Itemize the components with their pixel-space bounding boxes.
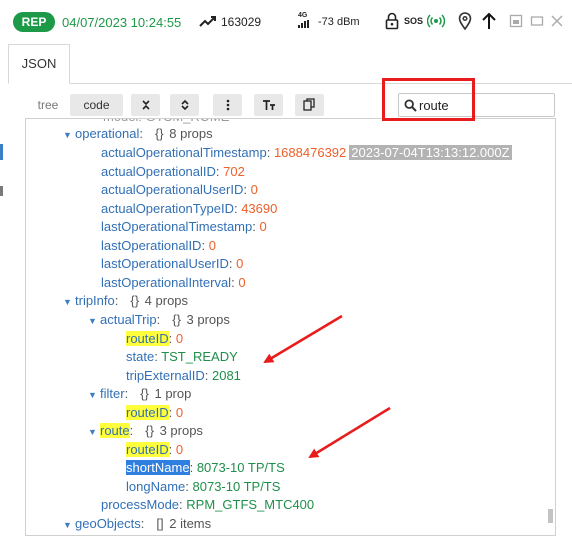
tree-row-operational-field[interactable]: actualOperationalTimestamp: 1688476392 20…: [101, 143, 512, 162]
maximize-window-icon[interactable]: [530, 14, 544, 28]
broadcast-icon: [427, 14, 445, 28]
search-match: routeID: [126, 442, 169, 457]
tree-row-actualtrip-routeid[interactable]: routeID: 0: [126, 329, 183, 348]
mode-tree-button[interactable]: tree: [28, 94, 68, 116]
tree-node-tripinfo[interactable]: ▼ tripInfo:{} 4 props: [63, 291, 188, 310]
json-tree-panel[interactable]: model: GTSM_ROME ▼operational:{} 8 props…: [25, 118, 556, 536]
tree-row-operational-field[interactable]: actualOperationalID: 702: [101, 162, 245, 181]
tree-row-shortname[interactable]: shortName: 8073-10 TP/TS: [126, 458, 285, 477]
sos-label: SOS: [404, 16, 424, 26]
mode-code-button[interactable]: code: [70, 94, 123, 116]
location-pin-icon[interactable]: [458, 12, 472, 30]
tree-row-operational-field[interactable]: lastOperationalInterval: 0: [101, 273, 246, 292]
lock-icon: [385, 12, 399, 30]
expand-triangle-icon[interactable]: ▼: [63, 293, 75, 312]
tree-row-operational-field[interactable]: actualOperationalUserID: 0: [101, 180, 258, 199]
status-badge: REP: [13, 12, 55, 32]
tree-row-state[interactable]: state: TST_READY: [126, 347, 238, 366]
sort-button[interactable]: [131, 94, 160, 116]
expand-triangle-icon[interactable]: ▼: [63, 516, 75, 535]
tree-node-actualtrip[interactable]: ▼ actualTrip:{} 3 props: [88, 310, 230, 329]
copy-icon: [303, 98, 315, 111]
tree-node-operational[interactable]: ▼ operational:{} 8 props: [63, 124, 213, 143]
sort-icon: [141, 100, 150, 110]
restore-window-icon[interactable]: [509, 14, 523, 28]
text-icon: [262, 100, 275, 110]
arrow-up-icon[interactable]: [481, 12, 497, 30]
background-window-edge: [0, 144, 3, 160]
expand-triangle-icon[interactable]: ▼: [88, 423, 100, 442]
tree-node-filter[interactable]: ▼ filter:{} 1 prop: [88, 384, 191, 403]
text-format-button[interactable]: [254, 94, 283, 116]
background-window-edge: [0, 186, 3, 196]
datetime-label: 04/07/2023 10:24:55: [62, 15, 182, 30]
trend-up-icon: [199, 16, 216, 27]
search-match: routeID: [126, 331, 169, 346]
tree-row-tripexternalid[interactable]: tripExternalID: 2081: [126, 366, 241, 385]
close-icon[interactable]: [550, 14, 564, 28]
signal-strength: -73 dBm: [318, 16, 360, 28]
tree-row-route-routeid[interactable]: routeID: 0: [126, 440, 183, 459]
expand-triangle-icon[interactable]: ▼: [88, 386, 100, 405]
status-bar: REP 04/07/2023 10:24:55 163029 4G -73 dB…: [0, 0, 572, 44]
scrollbar-thumb[interactable]: [548, 509, 553, 523]
transform-button[interactable]: [170, 94, 199, 116]
tab-strip: JSON: [8, 44, 572, 84]
count-value: 163029: [221, 15, 262, 29]
tree-row-filter-routeid[interactable]: routeID: 0: [126, 403, 183, 422]
annotation-highlight-box: [382, 78, 475, 121]
signal-tech-label: 4G: [298, 12, 308, 19]
tab-json[interactable]: JSON: [8, 44, 70, 84]
search-match: routeID: [126, 405, 169, 420]
tree-node-route[interactable]: ▼ route:{} 3 props: [88, 421, 203, 440]
tree-row-operational-field[interactable]: lastOperationalUserID: 0: [101, 254, 243, 273]
tree-node-geoobjects[interactable]: ▼ geoObjects:[] 2 items: [63, 514, 211, 533]
selected-key: shortName: [126, 460, 190, 475]
more-icon: [226, 99, 229, 111]
signal-icon: [298, 20, 309, 28]
copy-button[interactable]: [295, 94, 324, 116]
tree-row-processmode[interactable]: processMode: RPM_GTFS_MTC400: [101, 495, 314, 514]
tree-row-operational-field[interactable]: lastOperationalID: 0: [101, 236, 216, 255]
more-button[interactable]: [213, 94, 242, 116]
tree-row-operational-field[interactable]: actualOperationTypeID: 43690: [101, 199, 277, 218]
transform-icon: [180, 99, 189, 111]
search-match: route: [100, 423, 130, 438]
editor-toolbar: tree code: [25, 92, 556, 120]
tree-row-operational-field[interactable]: lastOperationalTimestamp: 0: [101, 217, 267, 236]
expand-triangle-icon[interactable]: ▼: [63, 126, 75, 145]
tree-row-longname[interactable]: longName: 8073-10 TP/TS: [126, 477, 280, 496]
timestamp-preview: 2023-07-04T13:13:12.000Z: [349, 145, 512, 160]
expand-triangle-icon[interactable]: ▼: [88, 312, 100, 331]
